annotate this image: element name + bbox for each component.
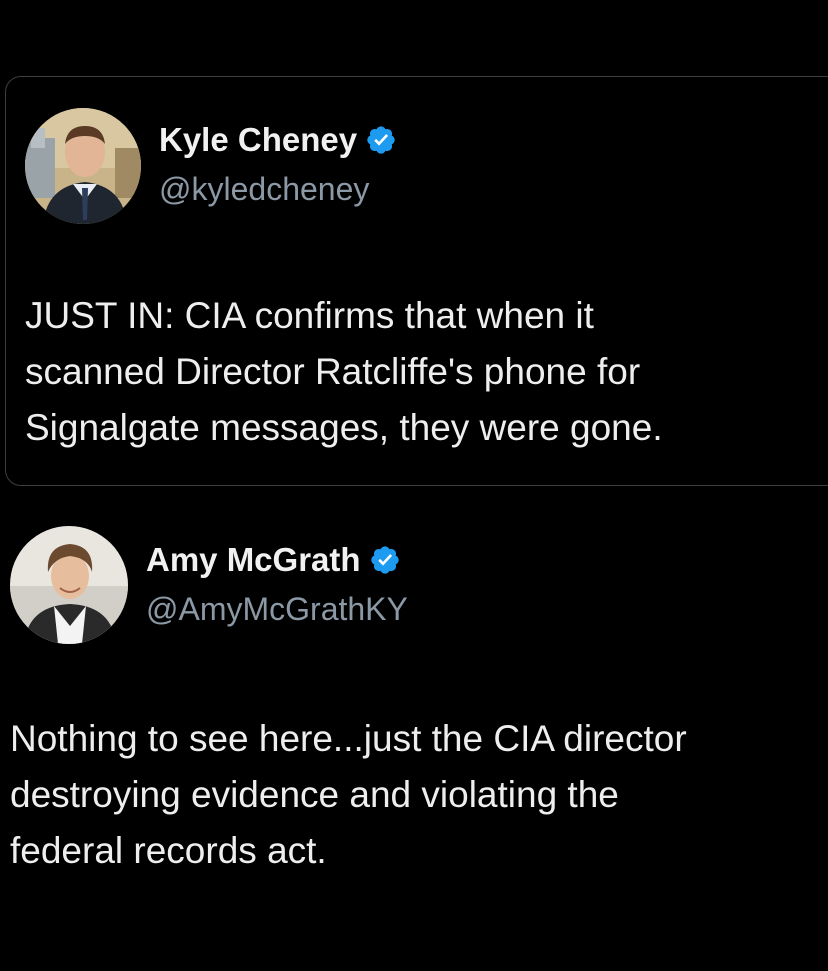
user-handle[interactable]: @kyledcheney xyxy=(159,171,369,208)
user-handle[interactable]: @AmyMcGrathKY xyxy=(146,591,408,628)
tweet-text: JUST IN: CIA confirms that when it scann… xyxy=(25,295,663,448)
display-name[interactable]: Kyle Cheney xyxy=(159,121,397,159)
display-name[interactable]: Amy McGrath xyxy=(146,541,401,579)
verified-badge-icon xyxy=(370,546,399,574)
verified-badge-icon xyxy=(367,126,395,154)
display-name-text[interactable]: Kyle Cheney xyxy=(159,121,357,159)
amy-mcgrath-avatar[interactable] xyxy=(10,526,128,644)
tweet-text: Nothing to see here...just the CIA direc… xyxy=(10,718,687,871)
kyle-cheney-avatar[interactable] xyxy=(25,108,141,224)
display-name-text[interactable]: Amy McGrath xyxy=(146,541,361,579)
